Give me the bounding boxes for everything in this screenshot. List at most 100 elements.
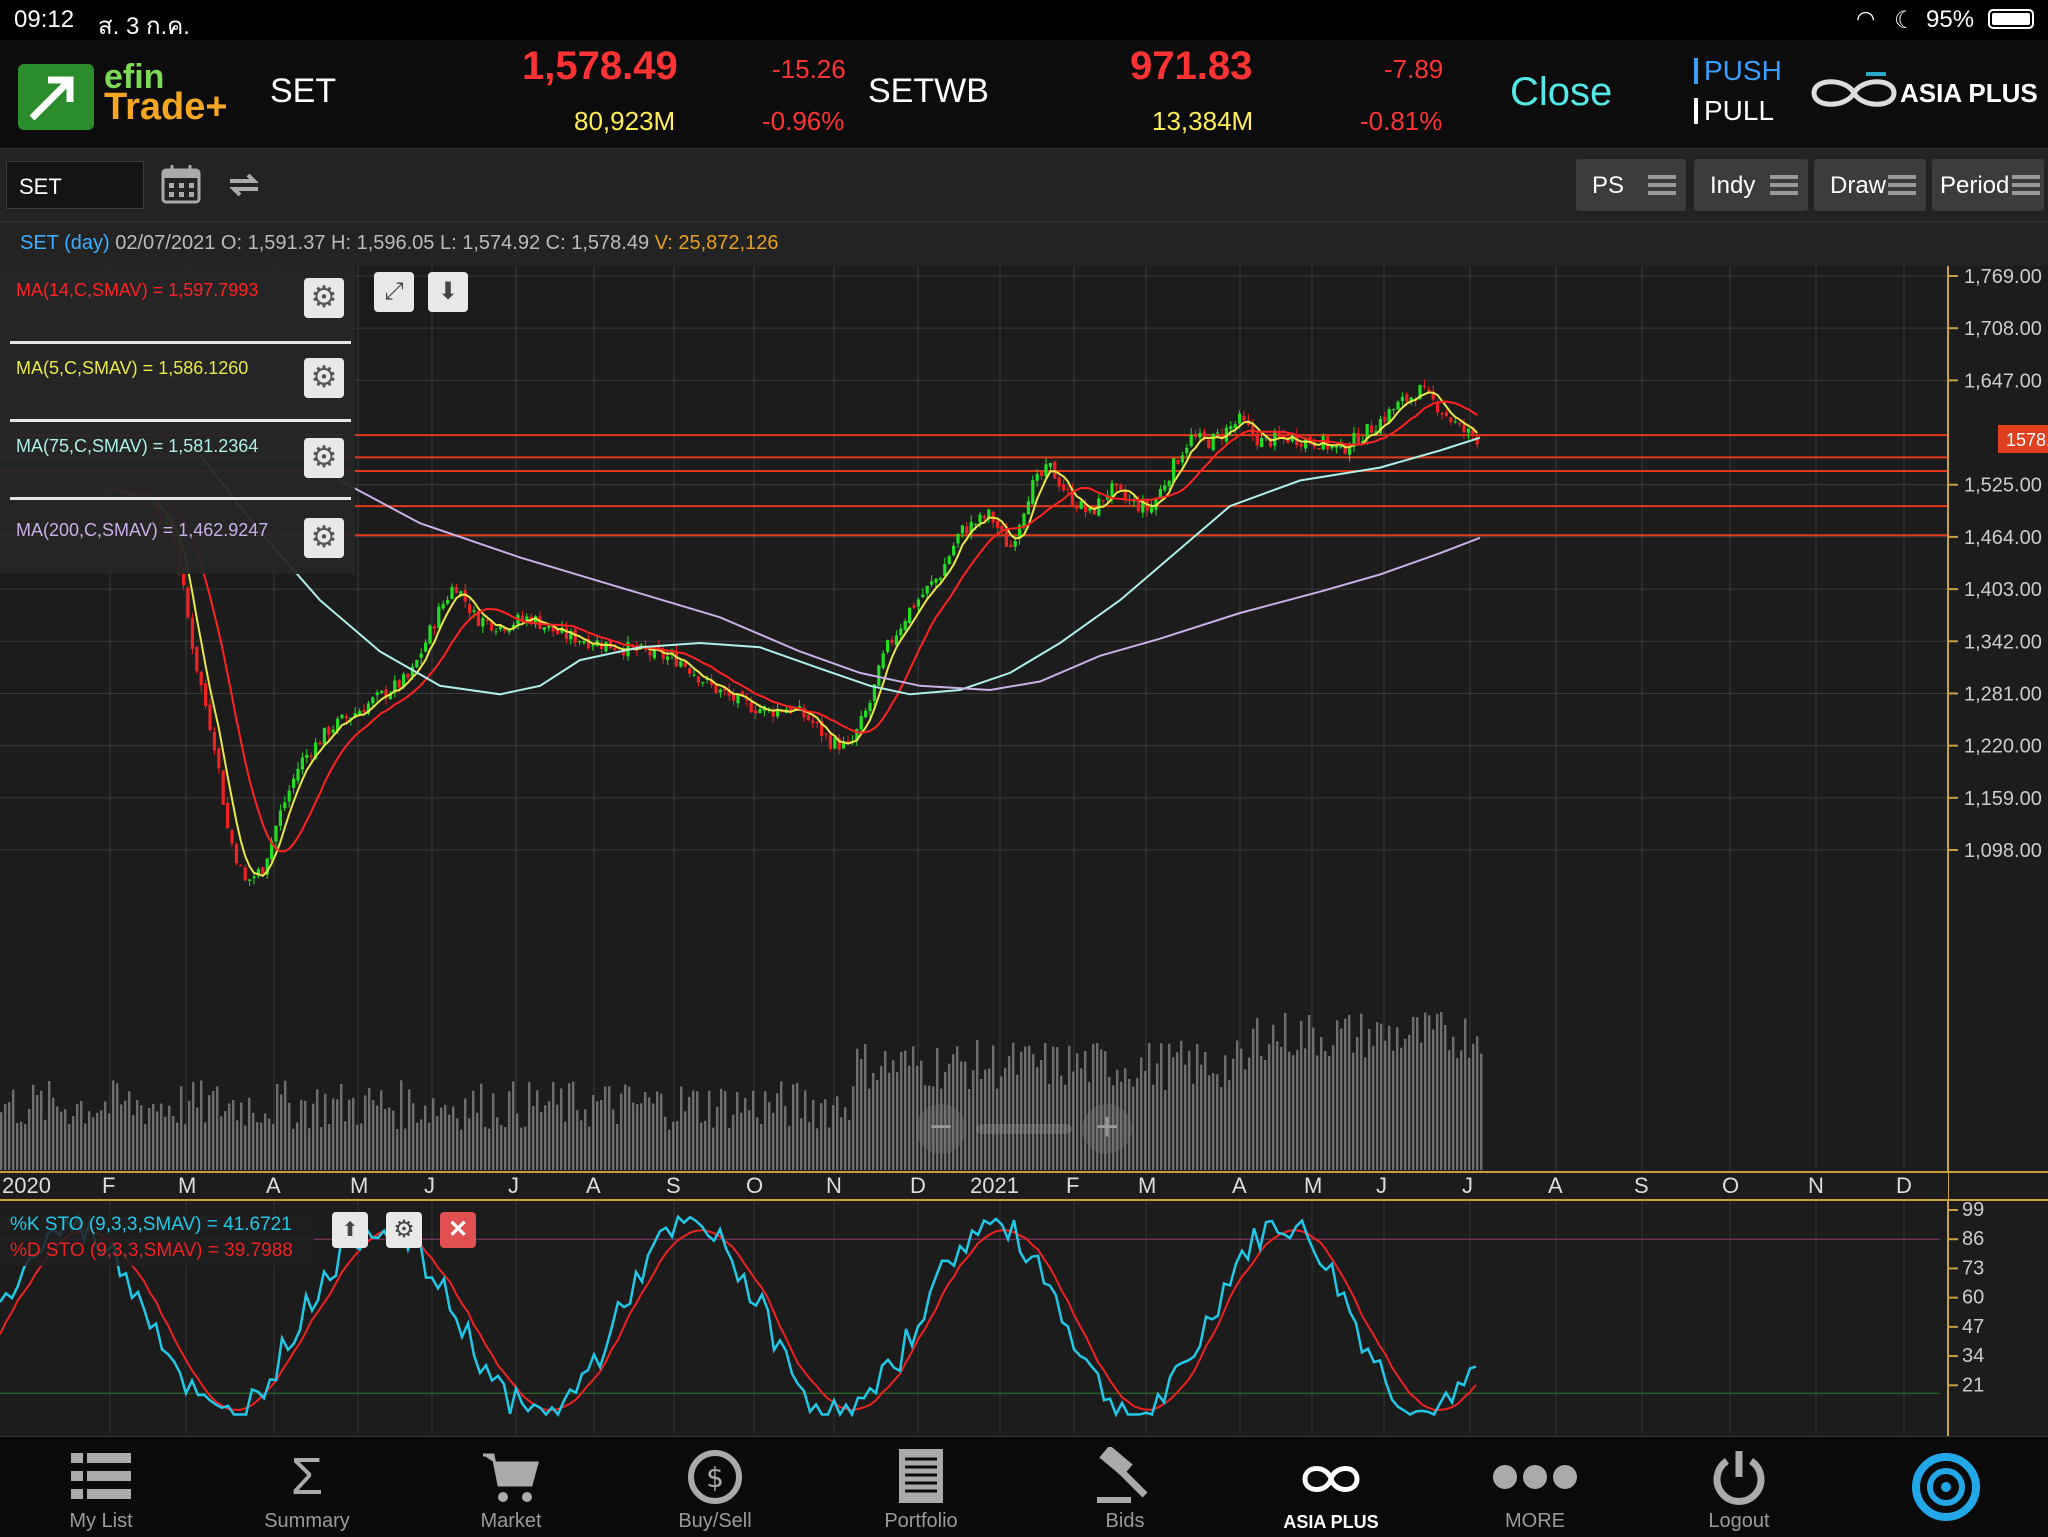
gear-icon[interactable]: ⚙ [304, 438, 344, 478]
index2-name[interactable]: SETWB [868, 72, 989, 111]
candle-body [1022, 513, 1026, 527]
time-tick-label: J [424, 1173, 435, 1198]
nav-buy-sell[interactable]: $ Buy/Sell [620, 1437, 810, 1537]
arrow-up-icon[interactable]: ⬆ [332, 1212, 368, 1248]
volume-bar [1312, 1027, 1315, 1170]
candle-body [828, 735, 832, 749]
candle-body [1348, 448, 1352, 455]
nav-more[interactable]: MORE [1440, 1437, 1630, 1537]
nav-my-list[interactable]: My List [6, 1437, 196, 1537]
document-icon [891, 1447, 951, 1507]
stochastic-legend: %K STO (9,3,3,SMAV) = 41.6721 %D STO (9,… [0, 1204, 476, 1274]
volume-bar [100, 1110, 103, 1170]
volume-bar [1288, 1051, 1291, 1170]
ma-legend-row: MA(14,C,SMAV) = 1,597.7993 ⚙ [0, 266, 355, 344]
candle-body [322, 727, 326, 745]
pull-toggle[interactable]: PULL [1694, 97, 1774, 125]
nav-market[interactable]: Market [416, 1437, 606, 1537]
candle-body [974, 523, 978, 525]
volume-bar [288, 1102, 291, 1170]
asia-plus-logo-text: ASIA PLUS [1900, 78, 2038, 108]
candle-body [648, 651, 652, 656]
high-value: 1,596.05 [356, 232, 435, 254]
volume-bar [164, 1116, 167, 1170]
gear-icon[interactable]: ⚙ [304, 518, 344, 558]
candle-body [1229, 425, 1233, 430]
volume-bar [160, 1103, 163, 1170]
volume-bar [388, 1107, 391, 1170]
nav-portfolio[interactable]: Portfolio [826, 1437, 1016, 1537]
volume-bar [812, 1099, 815, 1170]
push-toggle[interactable]: PUSH [1694, 57, 1782, 85]
zoom-out-button[interactable]: − [916, 1104, 966, 1154]
volume-bar [440, 1107, 443, 1170]
candle-body [1449, 417, 1453, 422]
price-tick-label: 1,708.00 [1964, 318, 2042, 340]
candle-body [226, 802, 230, 828]
volume-bar [1436, 1013, 1439, 1170]
header: efin Trade+ SET 1,578.49 -15.26 80,923M … [0, 40, 2048, 149]
volume-bar [588, 1126, 591, 1170]
volume-bar [112, 1080, 115, 1170]
candle-body [811, 720, 815, 723]
candle-body [1317, 448, 1321, 450]
gear-icon[interactable]: ⚙ [304, 278, 344, 318]
candle-body [441, 603, 445, 609]
candle-body [296, 768, 300, 781]
candle-body [952, 545, 956, 556]
ma200-label: MA(200,C,SMAV) = 1,462.9247 [16, 520, 269, 540]
volume-bar [460, 1129, 463, 1170]
candle-body [1453, 421, 1457, 423]
period-button[interactable]: Period [1932, 159, 2044, 211]
volume-bar [780, 1081, 783, 1170]
refresh-icon[interactable] [224, 165, 264, 205]
volume-bar [1024, 1046, 1027, 1170]
candle-body [859, 715, 863, 730]
zoom-slider[interactable] [976, 1124, 1072, 1134]
volume-bar [92, 1117, 95, 1170]
volume-bar [128, 1091, 131, 1170]
indy-button[interactable]: Indy [1694, 159, 1808, 211]
volume-bar [1324, 1050, 1327, 1170]
candle-body [903, 621, 907, 630]
volume-bar [12, 1089, 15, 1170]
app-switch-icon[interactable] [1910, 1451, 1982, 1523]
zoom-in-button[interactable]: + [1082, 1104, 1132, 1154]
price-tick-label: 1,525.00 [1964, 475, 2042, 497]
draw-button[interactable]: Draw [1814, 159, 1926, 211]
symbol-input[interactable]: SET [6, 161, 144, 209]
candle-body [912, 605, 916, 608]
volume-bar [352, 1097, 355, 1170]
sto-tick-label: 60 [1962, 1287, 1984, 1309]
expand-icon[interactable]: ⤢ [374, 272, 414, 312]
arrow-down-icon[interactable]: ⬇ [428, 272, 468, 312]
volume-bar [416, 1122, 419, 1170]
close-icon[interactable]: ✕ [440, 1212, 476, 1248]
index1-name[interactable]: SET [270, 72, 336, 111]
volume-bar [392, 1110, 395, 1170]
volume-bar [1304, 1048, 1307, 1170]
volume-bar [1220, 1087, 1223, 1170]
candle-body [230, 830, 234, 844]
time-tick-label: J [1376, 1173, 1387, 1198]
candle-body [1400, 396, 1404, 401]
gear-icon[interactable]: ⚙ [304, 358, 344, 398]
candle-body [556, 630, 560, 635]
volume-bar [1068, 1045, 1071, 1170]
calendar-icon[interactable] [160, 163, 202, 205]
draw-button-label: Draw [1830, 172, 1887, 199]
volume-bar [760, 1123, 763, 1170]
candle-body [947, 556, 951, 564]
candle-body [930, 581, 934, 585]
nav-bids[interactable]: Bids [1030, 1437, 1220, 1537]
candle-body [287, 790, 291, 802]
volume-bar [604, 1086, 607, 1170]
candle-body [701, 682, 705, 684]
volume-bar [340, 1083, 343, 1170]
nav-asia-plus[interactable]: ASIA PLUS [1236, 1437, 1426, 1537]
ps-button[interactable]: PS [1576, 159, 1686, 211]
gear-icon[interactable]: ⚙ [386, 1212, 422, 1248]
candle-body [199, 671, 203, 686]
nav-logout[interactable]: Logout [1644, 1437, 1834, 1537]
nav-summary[interactable]: Σ Summary [212, 1437, 402, 1537]
